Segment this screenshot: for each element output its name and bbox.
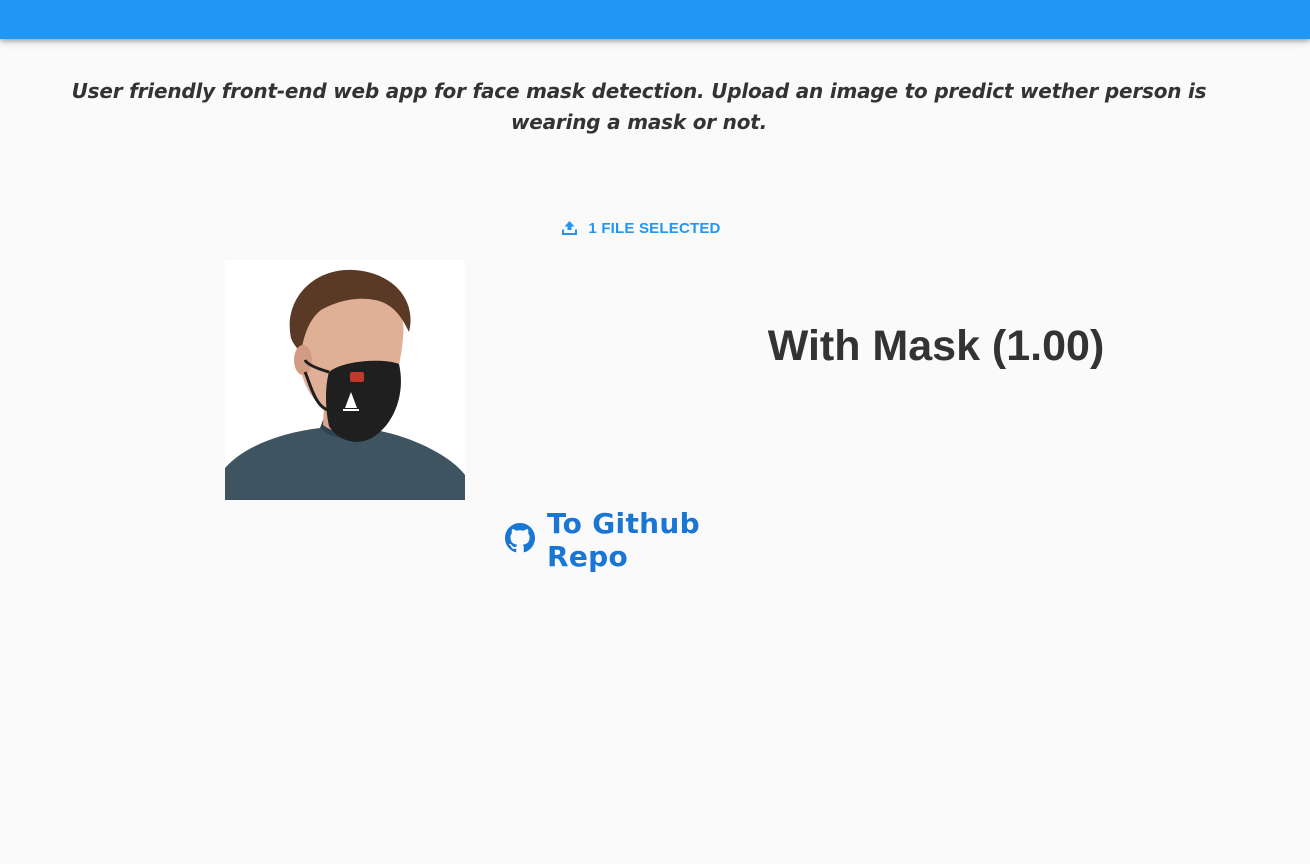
uploaded-image-preview xyxy=(225,260,465,500)
github-repo-link[interactable]: To Github Repo xyxy=(505,507,780,573)
prediction-result: With Mask (1.00) xyxy=(767,322,1105,370)
github-link-label: To Github Repo xyxy=(547,507,700,573)
github-icon xyxy=(505,522,535,558)
intro-description: User friendly front-end web app for face… xyxy=(71,79,1207,134)
upload-button-label: 1 FILE SELECTED xyxy=(588,219,721,237)
app-bar xyxy=(0,0,1310,39)
upload-icon xyxy=(561,220,578,236)
upload-button[interactable]: 1 FILE SELECTED xyxy=(555,212,727,244)
